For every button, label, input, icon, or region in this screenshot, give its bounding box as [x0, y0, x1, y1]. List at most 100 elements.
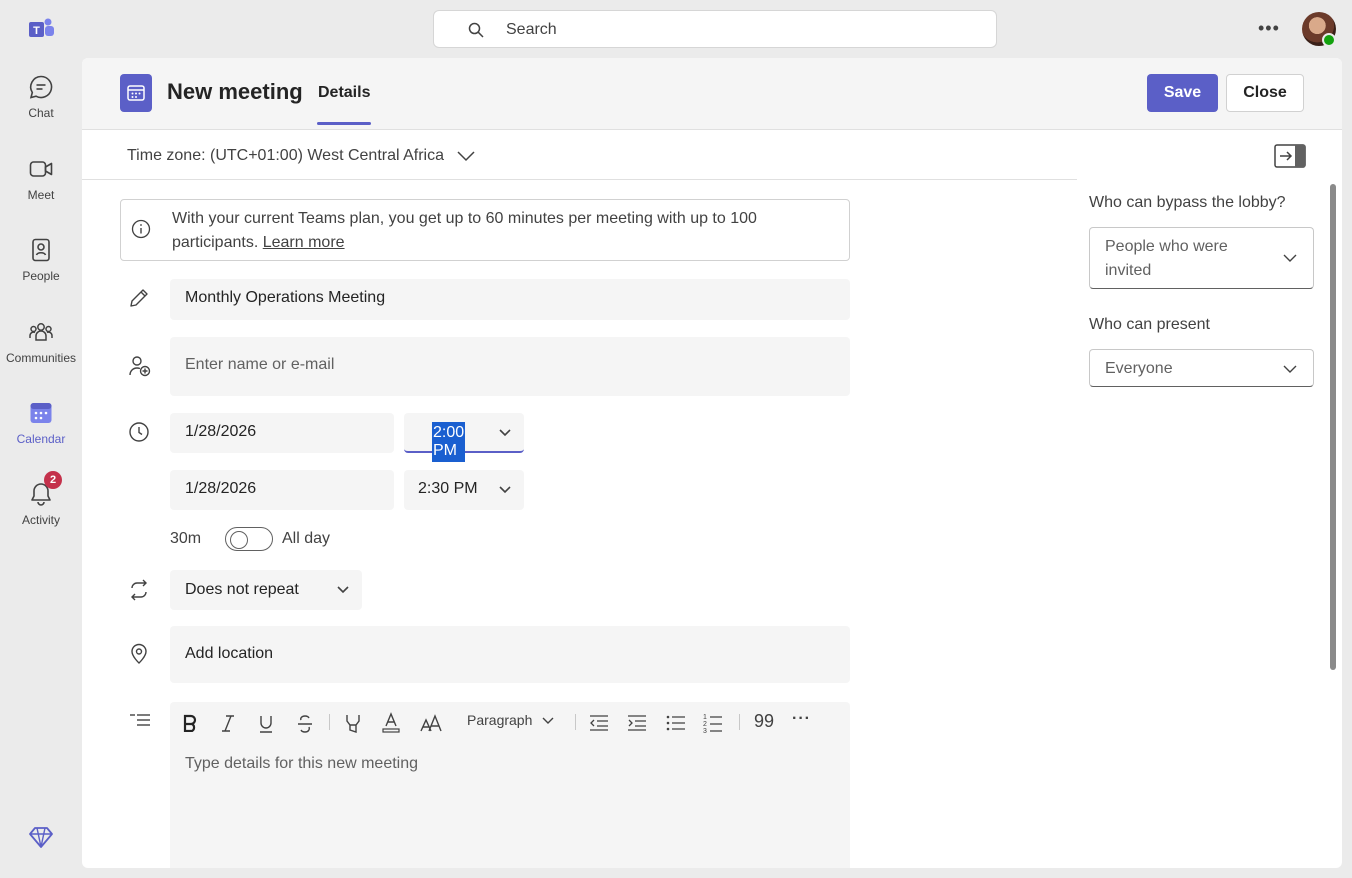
decrease-indent-icon[interactable]	[589, 714, 609, 732]
repeat-select[interactable]: Does not repeat	[170, 570, 362, 610]
scrollbar[interactable]	[1330, 184, 1336, 670]
rail-item-calendar[interactable]: Calendar	[0, 400, 82, 446]
communities-icon	[29, 323, 53, 341]
rail-label-calendar: Calendar	[16, 432, 66, 446]
collapse-pane-icon[interactable]	[1274, 144, 1306, 168]
toolbar-separator	[739, 714, 740, 730]
paragraph-style-value: Paragraph	[467, 712, 533, 728]
svg-text:3: 3	[703, 728, 707, 734]
rail-label-communities: Communities	[5, 351, 77, 365]
rail-item-meet[interactable]: Meet	[0, 156, 82, 202]
svg-text:1: 1	[703, 714, 707, 721]
page-title: New meeting	[167, 79, 303, 104]
svg-text:2: 2	[703, 721, 707, 728]
pencil-icon	[130, 289, 148, 307]
font-size-icon[interactable]	[420, 714, 442, 732]
tab-active-indicator	[317, 122, 371, 125]
rail-item-activity[interactable]: 2 Activity	[0, 471, 82, 527]
teams-logo[interactable]: T	[27, 16, 55, 42]
more-formatting-icon[interactable]: ···	[792, 710, 811, 728]
attendees-placeholder: Enter name or e-mail	[185, 356, 335, 373]
end-date-picker[interactable]: 1/28/2026	[170, 470, 394, 510]
calendar-app-icon	[120, 74, 152, 112]
start-time-value: 2:00 PM	[432, 422, 466, 462]
lobby-select[interactable]: People who were invited	[1089, 227, 1314, 289]
chevron-down-icon	[1283, 365, 1297, 373]
activity-badge: 2	[44, 471, 62, 489]
more-options-icon[interactable]: •••	[1258, 18, 1280, 39]
details-icon	[130, 714, 150, 726]
divider	[82, 179, 1077, 180]
lobby-value: People who were invited	[1105, 238, 1228, 279]
toolbar-separator	[575, 714, 576, 730]
underline-icon[interactable]	[258, 714, 274, 734]
svg-text:T: T	[33, 25, 40, 37]
start-time-select[interactable]: 2:00 PM	[404, 413, 524, 462]
strikethrough-icon[interactable]	[296, 714, 314, 734]
timezone-label: Time zone: (UTC+01:00) West Central Afri…	[127, 147, 444, 164]
presence-available-icon	[1322, 33, 1336, 47]
location-input[interactable]: Add location	[170, 626, 850, 683]
paragraph-style-select[interactable]: Paragraph	[467, 712, 554, 728]
present-select[interactable]: Everyone	[1089, 349, 1314, 387]
attendees-input[interactable]: Enter name or e-mail	[170, 337, 850, 396]
search-placeholder: Search	[506, 21, 557, 38]
rail-item-communities[interactable]: Communities	[0, 319, 82, 365]
tab-details[interactable]: Details	[318, 84, 370, 102]
save-button[interactable]: Save	[1147, 74, 1218, 112]
rail-label-people: People	[22, 269, 60, 283]
rail-item-people[interactable]: People	[0, 237, 82, 283]
toolbar-separator	[329, 714, 330, 730]
meeting-title-value: Monthly Operations Meeting	[185, 289, 386, 306]
details-placeholder: Type details for this new meeting	[185, 755, 419, 772]
repeat-value: Does not repeat	[185, 581, 299, 598]
increase-indent-icon[interactable]	[627, 714, 647, 732]
chevron-down-icon	[337, 586, 349, 594]
chat-icon	[29, 75, 53, 99]
details-editor[interactable]: Paragraph 123 99 ··· Type details for th…	[170, 702, 850, 868]
add-person-icon	[129, 356, 151, 377]
meeting-header: New meeting Details Save Close	[82, 58, 1342, 130]
diamond-icon[interactable]	[28, 824, 54, 850]
chevron-down-icon	[457, 151, 475, 161]
location-placeholder: Add location	[185, 645, 274, 662]
end-time-value: 2:30 PM	[418, 480, 478, 497]
font-color-icon[interactable]	[382, 712, 400, 734]
all-day-label: All day	[282, 530, 331, 547]
location-icon	[131, 643, 147, 664]
quote-icon[interactable]: 99	[754, 711, 774, 732]
chevron-down-icon	[542, 717, 554, 724]
numbered-list-icon[interactable]: 123	[703, 712, 723, 734]
chevron-down-icon	[499, 429, 511, 437]
rail-item-chat[interactable]: Chat	[0, 74, 82, 120]
new-meeting-panel: New meeting Details Save Close Time zone…	[82, 58, 1342, 868]
meeting-title-input[interactable]: Monthly Operations Meeting	[170, 279, 850, 320]
video-icon	[29, 161, 53, 177]
end-time-select[interactable]: 2:30 PM	[404, 470, 524, 510]
end-date-value: 1/28/2026	[185, 480, 257, 497]
rail-label-activity: Activity	[21, 513, 60, 527]
learn-more-link[interactable]: Learn more	[263, 234, 345, 251]
people-icon	[32, 238, 50, 262]
present-label: Who can present	[1089, 316, 1210, 333]
search-bar[interactable]: Search	[433, 10, 997, 48]
chevron-down-icon	[1283, 254, 1297, 262]
info-text: With your current Teams plan, you get up…	[172, 210, 757, 251]
close-button[interactable]: Close	[1226, 74, 1304, 112]
plan-info-banner: With your current Teams plan, you get up…	[120, 199, 850, 261]
italic-icon[interactable]	[220, 714, 236, 732]
all-day-toggle[interactable]	[225, 527, 273, 551]
timezone-selector[interactable]: Time zone: (UTC+01:00) West Central Afri…	[127, 147, 476, 165]
highlight-icon[interactable]	[344, 713, 362, 733]
rail-label-meet: Meet	[27, 188, 55, 202]
duration-label: 30m	[170, 530, 202, 547]
search-icon	[468, 22, 484, 38]
rail-label-chat: Chat	[28, 106, 54, 120]
bullet-list-icon[interactable]	[666, 714, 686, 732]
chevron-down-icon	[499, 486, 511, 494]
info-icon	[131, 219, 151, 239]
start-date-picker[interactable]: 1/28/2026	[170, 413, 394, 453]
lobby-label: Who can bypass the lobby?	[1089, 194, 1286, 211]
repeat-icon	[131, 579, 147, 601]
bold-icon[interactable]	[182, 714, 198, 732]
